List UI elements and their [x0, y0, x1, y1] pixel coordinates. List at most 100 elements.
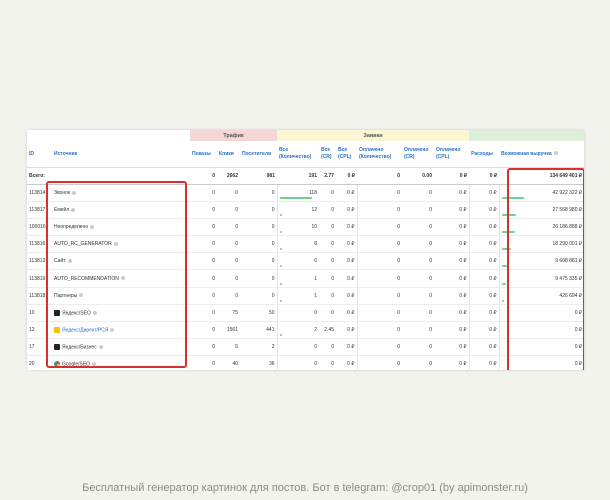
help-icon[interactable] [72, 190, 77, 195]
row-all-cr: 0 [319, 184, 336, 203]
row-source-label[interactable]: Яндекс/Директ/РСЯ [62, 327, 108, 333]
row-expenses-value: 0 ₽ [489, 343, 497, 350]
row-paid-cpl-value: 0 ₽ [459, 309, 467, 316]
col-expenses[interactable]: Расходы [469, 141, 500, 168]
row-all-cpl: 0 ₽ [336, 252, 357, 271]
qty-bar [279, 282, 282, 285]
total-paid-cpl: 0 ₽ [434, 167, 470, 185]
help-icon[interactable] [553, 151, 558, 156]
qty-bar [279, 214, 283, 217]
total-paid-qty: 0 [357, 167, 402, 185]
table-row[interactable]: 113816 AUTO_RC_GENERATOR 0 0 0 8 0 0 ₽ 0 0 0 ₽ 0 ₽ 1… [27, 235, 584, 254]
row-paid-qty: 0 [356, 304, 402, 322]
row-expenses: 0 ₽ [468, 252, 500, 271]
table-row[interactable]: 17 Яндекс/Бизнес 0 5 2 0 0 0 ₽ 0 0 0 ₽ 0 ₽ 0 ₽ [27, 338, 584, 356]
row-expenses-value: 0 ₽ [489, 309, 497, 316]
row-paid-cr: 0 [402, 184, 434, 203]
row-shows: 0 [190, 321, 217, 339]
col-paid-cr[interactable]: Оплачено (CR) [402, 141, 434, 168]
col-all-cr[interactable]: Все (CR) [319, 141, 336, 168]
help-icon[interactable] [67, 259, 72, 264]
row-visitors: 0 [240, 287, 277, 305]
row-all-qty-value: 118 [309, 190, 317, 197]
help-icon[interactable] [110, 327, 115, 332]
col-visitors[interactable]: Посетители [240, 141, 277, 168]
row-paid-qty-value: 0 [397, 309, 400, 316]
col-paid-qty[interactable]: Оплачено (Количество) [357, 141, 402, 168]
row-all-qty: 12 [276, 201, 319, 220]
row-clicks: 0 [217, 218, 240, 237]
row-expenses: 0 ₽ [468, 218, 500, 237]
col-clicks[interactable]: Клики [217, 141, 240, 168]
row-paid-cpl-value: 0 ₽ [459, 207, 467, 214]
row-paid-qty: 0 [356, 287, 402, 305]
row-all-qty-value: 1 [314, 275, 317, 282]
row-all-cr-value: 0 [331, 207, 334, 214]
row-visitors-value: 0 [271, 241, 275, 248]
col-revenue[interactable]: Возможная выручка [499, 141, 584, 168]
help-icon[interactable] [92, 310, 97, 315]
group-traffic: Трафик [190, 130, 277, 141]
help-icon[interactable] [120, 276, 125, 281]
row-id: 113813 [27, 252, 52, 271]
footer-caption: Бесплатный генератор картинок для постов… [82, 482, 528, 494]
row-expenses-value: 0 ₽ [489, 292, 497, 299]
help-icon[interactable] [92, 361, 97, 366]
row-all-cpl-value: 0 ₽ [347, 360, 355, 367]
row-all-cr-value: 0 [331, 360, 334, 367]
help-icon[interactable] [71, 207, 76, 212]
col-paid-cpl[interactable]: Оплачено (CPL) [434, 141, 470, 168]
col-all-cpl[interactable]: Все (CPL) [336, 141, 357, 168]
help-icon[interactable] [90, 224, 95, 229]
row-expenses: 0 ₽ [468, 184, 500, 203]
row-paid-cr-value: 0 [429, 241, 432, 248]
row-all-qty-value: 0 [314, 360, 317, 367]
table-row[interactable]: 100016 Неопределено 0 0 0 10 0 0 ₽ 0 0 0 ₽ 0 ₽ 26 18… [27, 218, 584, 237]
row-expenses-value: 0 ₽ [489, 275, 497, 282]
row-paid-cr: 0 [402, 218, 434, 237]
row-clicks: 0 [217, 184, 240, 203]
row-expenses: 0 ₽ [468, 269, 500, 288]
row-visitors: 441 [240, 321, 277, 339]
row-paid-cr: 0 [402, 304, 434, 322]
row-clicks: 1561 [217, 321, 240, 339]
qty-bar [279, 333, 282, 336]
table-row[interactable]: 113814 Звонок 0 0 0 118 0 0 ₽ 0 0 0 ₽ 0 ₽ 42 922 322… [27, 184, 584, 203]
table-row[interactable]: 20 Google/SEO 0 40 36 0 0 0 ₽ 0 0 0 ₽ 0 ₽ 0 ₽ [27, 355, 584, 370]
row-paid-cpl-value: 0 ₽ [459, 190, 467, 197]
revenue-bar [501, 231, 515, 234]
table-row[interactable]: 12 Яндекс/Директ/РСЯ 0 1561 441 2 2.45 0 ₽ 0 0 0 ₽… [27, 321, 584, 339]
col-shows[interactable]: Показы [190, 141, 217, 168]
row-revenue-value: 0 ₽ [574, 343, 583, 350]
row-source: Google/SEO [52, 355, 190, 370]
row-all-qty-value: 1 [314, 292, 317, 299]
row-shows-value: 0 [212, 292, 215, 299]
row-all-cr: 0 [319, 235, 336, 254]
help-icon[interactable] [79, 293, 84, 298]
row-visitors-value: 36 [268, 360, 275, 367]
col-id[interactable]: ID [27, 141, 52, 168]
row-expenses: 0 ₽ [468, 304, 500, 322]
revenue-bar [501, 282, 507, 285]
row-source-label: Неопределено [54, 224, 89, 231]
row-visitors: 0 [240, 218, 277, 237]
row-paid-qty-value: 0 [397, 190, 400, 197]
row-visitors: 0 [240, 201, 277, 220]
col-all-qty[interactable]: Все (Количество) [277, 141, 319, 168]
help-icon[interactable] [113, 242, 118, 246]
table-row[interactable]: 113817 Емейл 0 0 0 12 0 0 ₽ 0 0 0 ₽ 0 ₽ 27 568 980 ₽ [27, 201, 584, 220]
table-row[interactable]: 113813 Сайт 0 0 0 6 0 0 ₽ 0 0 0 ₽ 0 ₽ 9 608 881 ₽ [27, 252, 584, 271]
row-visitors-value: 0 [271, 275, 275, 282]
table-row[interactable]: 113819 AUTO_RECOMMENDATION 0 0 0 1 0 0 ₽ 0 0 0 ₽ 0 … [27, 269, 584, 288]
col-source[interactable]: Источник [52, 141, 190, 168]
total-shows: 0 [190, 167, 217, 185]
row-shows-value: 0 [212, 309, 215, 316]
table-row[interactable]: 113818 Партнеры 0 0 0 1 0 0 ₽ 0 0 0 ₽ 0 ₽ 426 694 ₽ [27, 287, 584, 305]
group-requests: Заявки [277, 130, 470, 141]
row-revenue: 9 475 335 ₽ [498, 269, 584, 288]
row-all-qty: 2 [276, 321, 319, 339]
table-row[interactable]: 10 Яндекс/SEO 0 75 50 0 0 0 ₽ 0 0 0 ₽ 0 ₽ 0 ₽ [27, 304, 584, 322]
qty-bar [279, 248, 282, 251]
help-icon[interactable] [98, 344, 103, 349]
total-label: Всего: [27, 167, 190, 185]
